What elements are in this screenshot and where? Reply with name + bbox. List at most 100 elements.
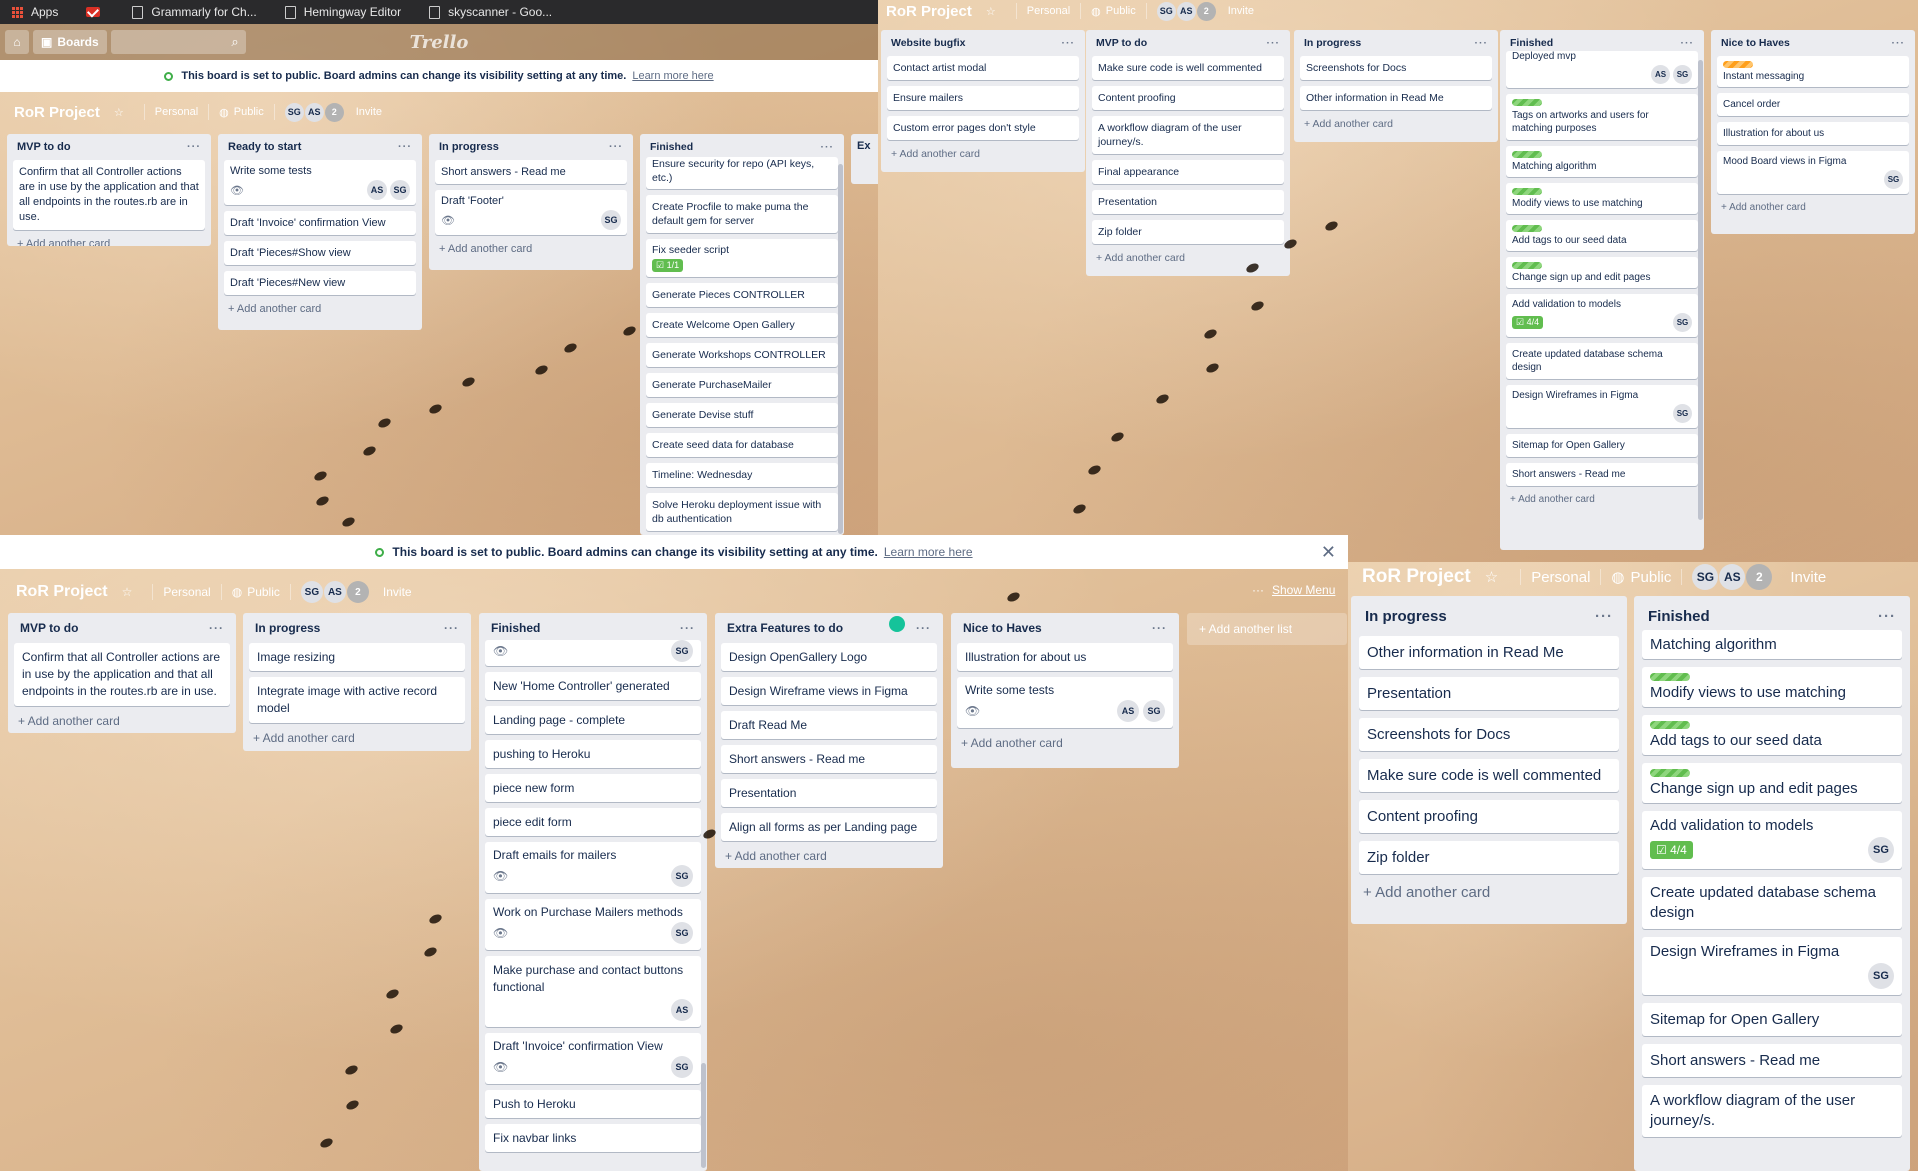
avatar[interactable]: AS [1176,1,1196,21]
list-title[interactable]: In progress [1304,37,1361,49]
home-button[interactable]: ⌂ [5,30,29,54]
card[interactable]: Zip folder [1092,220,1284,244]
list-title[interactable]: In progress [439,141,499,153]
list-title[interactable]: MVP to do [20,621,78,635]
add-card-button[interactable]: + Add another card [1359,874,1619,911]
list-menu-icon[interactable]: ··· [1062,37,1076,49]
list-menu-icon[interactable]: ··· [1878,608,1896,625]
card[interactable]: Draft 'Footer' 👁 SG [435,190,627,235]
card[interactable]: Content proofing [1092,86,1284,110]
boards-button[interactable]: ▣ Boards [33,30,107,54]
visibility-button[interactable]: ◍ Public [1611,568,1671,587]
card[interactable]: Push to Heroku [485,1090,701,1118]
avatar[interactable]: SG [671,1056,693,1078]
card[interactable]: Make sure code is well commented [1359,759,1619,792]
member-count[interactable]: 2 [346,581,369,603]
card[interactable]: Draft 'Pieces#Show view [224,241,416,265]
card[interactable]: Change sign up and edit pages [1506,257,1698,288]
card[interactable]: Instant messaging [1717,56,1909,87]
list-title[interactable]: Finished [1648,608,1710,625]
list-menu-icon[interactable]: ··· [1152,621,1167,635]
list-menu-icon[interactable]: ··· [187,141,201,153]
list-title[interactable]: In progress [1365,608,1447,625]
avatar[interactable]: SG [1673,313,1692,332]
invite-button[interactable]: Invite [1228,5,1254,17]
list-menu-icon[interactable]: ··· [609,141,623,153]
card[interactable]: Confirm that all Controller actions are … [13,160,205,230]
list-scrollbar[interactable] [838,164,843,534]
card[interactable]: Zip folder [1359,841,1619,874]
card[interactable]: Final appearance [1092,160,1284,184]
personal-team[interactable]: Personal [1027,5,1070,17]
personal-team[interactable]: Personal [1531,569,1590,586]
list-title[interactable]: Nice to Haves [963,621,1042,635]
star-icon[interactable]: ☆ [114,106,124,119]
avatar[interactable]: SG [390,180,410,200]
list-menu-icon[interactable]: ··· [444,621,459,635]
avatar[interactable]: AS [304,102,324,122]
card[interactable]: Sitemap for Open Gallery [1506,434,1698,457]
card[interactable]: Fix seeder script ☑ 1/1 [646,239,838,277]
card[interactable]: Presentation [721,779,937,807]
member-count[interactable]: 2 [324,102,344,122]
bookmark-hemingway[interactable]: Hemingway Editor [284,5,401,19]
add-card-button[interactable]: + Add another card [224,295,416,323]
card[interactable]: Add tags to our seed data [1506,220,1698,251]
card[interactable]: Add validation to models ☑ 4/4 SG [1642,811,1902,869]
card[interactable]: Sitemap for Open Gallery [1642,1003,1902,1036]
show-menu-button[interactable]: ··· Show Menu [1252,583,1335,597]
card[interactable]: Align all forms as per Landing page [721,813,937,841]
avatar[interactable]: AS [367,180,387,200]
list-title[interactable]: Ready to start [228,141,301,153]
invite-button[interactable]: Invite [1790,569,1826,586]
avatar[interactable]: AS [323,581,346,603]
avatar[interactable]: SG [284,102,304,122]
avatar[interactable]: SG [1868,963,1894,989]
card[interactable]: Create Welcome Open Gallery [646,313,838,337]
card[interactable]: Landing page - complete [485,706,701,734]
list-scrollbar[interactable] [1698,60,1703,520]
card[interactable]: Design OpenGallery Logo [721,643,937,671]
avatar[interactable]: AS [1117,700,1139,722]
visibility-button[interactable]: ◍ Public [232,585,280,599]
visibility-button[interactable]: ◍ Public [219,106,264,119]
avatar[interactable]: SG [1143,700,1165,722]
personal-team[interactable]: Personal [163,585,210,599]
list-menu-icon[interactable]: ··· [1475,37,1489,49]
list-menu-icon[interactable]: ··· [398,141,412,153]
add-card-button[interactable]: + Add another card [14,706,230,733]
card[interactable]: Add validation to models ☑ 4/4 SG [1506,294,1698,337]
card[interactable]: A workflow diagram of the user journey/s… [1092,116,1284,154]
avatar[interactable]: SG [1156,1,1176,21]
trello-logo[interactable]: Trello [410,32,469,53]
card[interactable]: Create updated database schema design [1506,343,1698,379]
card[interactable]: Short answers - Read me [1506,463,1698,486]
learn-more-link[interactable]: Learn more here [632,70,713,82]
avatar[interactable]: AS [1719,564,1746,590]
list-menu-icon[interactable]: ··· [916,621,931,635]
avatar[interactable]: SG [1673,65,1692,84]
card[interactable]: Short answers - Read me [435,160,627,184]
card[interactable]: Fix navbar links [485,1124,701,1152]
card[interactable]: Screenshots for Docs [1300,56,1492,80]
avatar[interactable]: SG [300,581,323,603]
card[interactable]: A workflow diagram of the user journey/s… [1642,1085,1902,1137]
add-list-button[interactable]: + Add another list [1187,613,1347,645]
list-title[interactable]: Finished [1510,37,1553,49]
list-menu-icon[interactable]: ··· [1595,608,1613,625]
avatar[interactable]: AS [1651,65,1670,84]
card[interactable]: Write some tests 👁 AS SG [224,160,416,205]
add-card-button[interactable]: + Add another card [435,235,627,263]
list-title[interactable]: Extra Features to do [727,621,843,635]
add-card-button[interactable]: + Add another card [1300,110,1492,138]
card[interactable]: Solve Heroku deployment issue with db au… [646,493,838,531]
card[interactable]: 👁 SG [485,640,701,666]
invite-button[interactable]: Invite [383,585,412,599]
card[interactable]: Presentation [1092,190,1284,214]
card[interactable]: Content proofing [1359,800,1619,833]
add-card-button[interactable]: + Add another card [1506,486,1698,513]
card[interactable]: Write some tests 👁 AS SG [957,677,1173,728]
board-title[interactable]: RoR Project [16,583,108,601]
card[interactable]: Short answers - Read me [721,745,937,773]
list-title[interactable]: Nice to Haves [1721,37,1790,49]
